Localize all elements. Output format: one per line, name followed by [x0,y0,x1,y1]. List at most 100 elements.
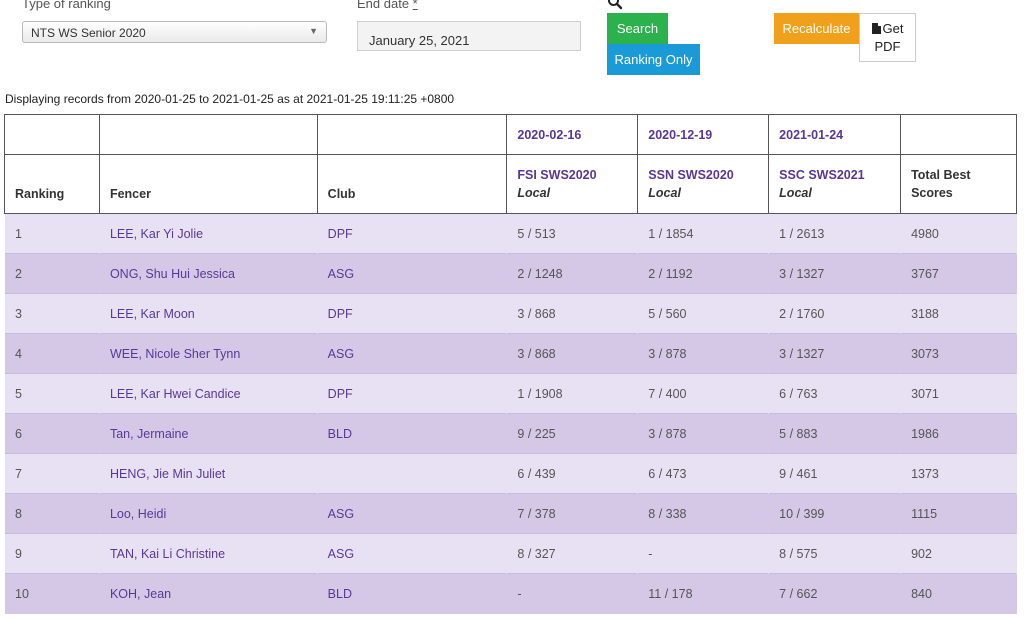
total-score-cell: 902 [900,533,1017,574]
rank-cell: 3 [4,293,100,334]
end-date-input[interactable] [357,21,581,51]
fencer-link[interactable]: KOH, Jean [99,573,318,614]
end-date-label-text: End date [357,0,410,11]
event-scope: Local [779,186,812,200]
event-result-cell: 5 / 513 [506,213,638,254]
event-result-cell: 7 / 662 [768,573,901,614]
table-row: 2 ONG, Shu Hui Jessica ASG 2 / 1248 2 / 1192… [4,253,1017,294]
header-blank [4,114,100,155]
event-date-header[interactable]: 2021-01-24 [768,114,902,155]
event-date-header[interactable]: 2020-02-16 [506,114,639,155]
fencer-link[interactable]: LEE, Kar Hwei Candice [99,373,318,414]
event-header[interactable]: SSC SWS2021 Local [768,154,902,214]
event-result-cell: 9 / 225 [506,413,638,454]
header-blank [98,114,318,155]
club-link[interactable] [317,453,507,494]
search-button[interactable]: Search [607,13,668,44]
club-link[interactable]: ASG [317,333,507,374]
club-link[interactable]: BLD [317,413,507,454]
total-score-cell: 1373 [900,453,1017,494]
event-result-cell: 1 / 2613 [768,213,901,254]
rank-cell: 5 [4,373,100,414]
event-result-cell: 3 / 868 [506,333,638,374]
event-result-cell: 3 / 1327 [768,253,901,294]
end-date-label: End date * [357,0,418,11]
club-link[interactable]: DPF [317,293,507,334]
required-marker: * [412,0,418,11]
total-score-cell: 840 [900,573,1017,614]
event-result-cell: 3 / 878 [637,333,769,374]
event-result-cell: 1 / 1908 [506,373,638,414]
event-result-cell: 7 / 400 [637,373,769,414]
fencer-link[interactable]: WEE, Nicole Sher Tynn [99,333,318,374]
event-scope: Local [648,186,681,200]
club-link[interactable]: ASG [317,493,507,534]
club-header: Club [316,154,508,214]
event-result-cell: 2 / 1760 [768,293,901,334]
club-link[interactable]: ASG [317,533,507,574]
club-link[interactable]: BLD [317,573,507,614]
event-result-cell: 3 / 878 [637,413,769,454]
table-row: 8 Loo, Heidi ASG 7 / 378 8 / 338 10 / 399 1115 [4,493,1017,534]
event-result-cell: 6 / 439 [506,453,638,494]
ranking-table-body: 1 LEE, Kar Yi Jolie DPF 5 / 513 1 / 1854 1 / … [4,213,1017,614]
event-name[interactable]: SSC SWS2021 [779,168,864,182]
fencer-link[interactable]: Tan, Jermaine [99,413,318,454]
ranking-only-button[interactable]: Ranking Only [607,44,700,75]
total-score-cell: 4980 [900,213,1017,254]
rank-cell: 10 [4,573,100,614]
event-scope: Local [517,186,551,200]
total-score-cell: 3188 [900,293,1017,334]
total-score-cell: 3071 [900,373,1017,414]
table-row: 9 TAN, Kai Li Christine ASG 8 / 327-8 / 575… [4,533,1017,574]
club-link[interactable]: DPF [317,373,507,414]
table-row: 6 Tan, Jermaine BLD 9 / 225 3 / 878 5 / 883 19… [4,413,1017,454]
event-date-header[interactable]: 2020-12-19 [637,114,770,155]
total-score-cell: 1115 [900,493,1017,534]
rank-cell: 1 [4,213,100,254]
event-header[interactable]: SSN SWS2020 Local [637,154,770,214]
event-result-cell: 10 / 399 [768,493,901,534]
type-of-ranking-select[interactable]: NTS WS Senior 2020 ▼ [22,21,327,43]
rank-cell: 2 [4,253,100,294]
event-result-cell: 9 / 461 [768,453,901,494]
event-result-cell: 11 / 178 [637,573,769,614]
event-result-cell: - [506,573,638,614]
chevron-down-icon: ▼ [309,26,318,36]
recalculate-button[interactable]: Recalculate [774,13,859,44]
event-name[interactable]: FSI SWS2020 [517,168,596,182]
event-result-cell: 6 / 473 [637,453,769,494]
table-row: 4 WEE, Nicole Sher Tynn ASG 3 / 868 3 / 878 3… [4,333,1017,374]
club-link[interactable]: DPF [317,213,507,254]
event-result-cell: 8 / 338 [637,493,769,534]
event-result-cell: 3 / 868 [506,293,638,334]
event-result-cell: 6 / 763 [768,373,901,414]
total-score-cell: 3767 [900,253,1017,294]
club-link[interactable]: ASG [317,253,507,294]
fencer-link[interactable]: ONG, Shu Hui Jessica [99,253,318,294]
event-result-cell: 3 / 1327 [768,333,901,374]
event-result-cell: 8 / 327 [506,533,638,574]
get-pdf-button[interactable]: Get PDF [859,13,916,62]
fencer-link[interactable]: Loo, Heidi [99,493,318,534]
fencer-link[interactable]: LEE, Kar Yi Jolie [99,213,318,254]
event-result-cell: 5 / 883 [768,413,901,454]
table-row: 7 HENG, Jie Min Juliet 6 / 439 6 / 473 9 / 4… [4,453,1017,494]
rank-cell: 7 [4,453,100,494]
table-row: 5 LEE, Kar Hwei Candice DPF 1 / 1908 7 / 400… [4,373,1017,414]
table-row: 3 LEE, Kar Moon DPF 3 / 868 5 / 560 2 / 1760 3… [4,293,1017,334]
event-name[interactable]: SSN SWS2020 [648,168,733,182]
total-best-scores-header: Total Best Scores [900,154,1017,214]
search-icon [608,0,623,10]
rank-cell: 8 [4,493,100,534]
event-header[interactable]: FSI SWS2020 Local [506,154,639,214]
total-score-cell: 1986 [900,413,1017,454]
event-result-cell: 2 / 1248 [506,253,638,294]
pdf-file-icon [871,23,881,34]
fencer-link[interactable]: LEE, Kar Moon [99,293,318,334]
fencer-link[interactable]: TAN, Kai Li Christine [99,533,318,574]
event-result-cell: 7 / 378 [506,493,638,534]
fencer-header: Fencer [98,154,318,214]
ranking-header: Ranking [4,154,100,214]
fencer-link[interactable]: HENG, Jie Min Juliet [99,453,318,494]
